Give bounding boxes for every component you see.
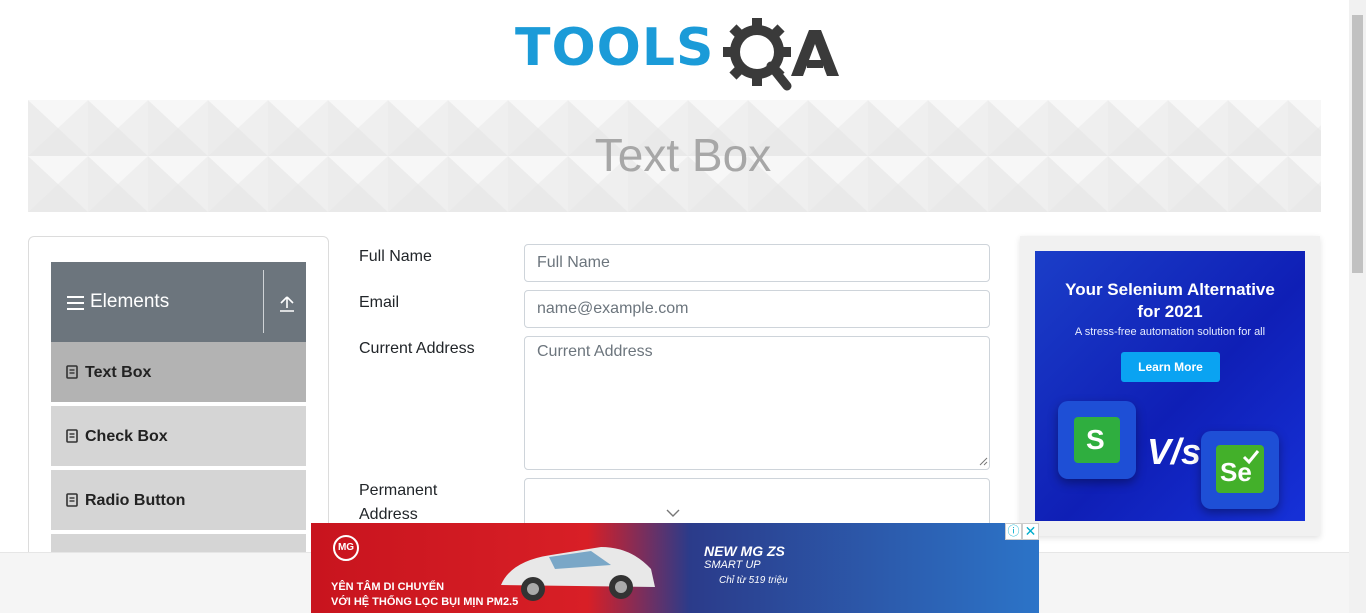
resize-grip-icon[interactable] — [978, 456, 988, 466]
sidebar-item-label: Radio Button — [85, 492, 186, 509]
toolsqa-logo[interactable]: TOOLS — [515, 16, 840, 92]
current-address-textarea[interactable] — [524, 336, 990, 470]
divider — [263, 270, 264, 333]
group-title: Elements — [90, 291, 170, 312]
car-image — [501, 547, 655, 601]
left-panel: Elements Text Box Check Box Radio Button — [28, 236, 329, 566]
permanent-address-label-line2: Address — [359, 506, 418, 523]
hamburger-icon — [67, 296, 84, 310]
ad-price: Chỉ từ 519 triệu — [719, 575, 788, 586]
full-name-input[interactable] — [524, 244, 990, 282]
mg-brand-logo: MG — [333, 535, 359, 561]
logo-text: TOOLS — [515, 18, 715, 78]
sidebar-item-text-box[interactable]: Text Box — [51, 342, 306, 404]
document-icon — [66, 365, 78, 379]
bottom-banner-ad[interactable]: MG YÊN TÂM DI CHUYỂN VỚI HỆ THỐNG LỌC BỤ… — [311, 523, 1039, 613]
ad-left-logo: S — [1074, 417, 1120, 463]
ad-left-logo-letter: S — [1086, 424, 1105, 455]
ad-tagline-line1: YÊN TÂM DI CHUYỂN — [331, 581, 445, 593]
document-icon — [66, 429, 78, 443]
right-ad[interactable]: Your Selenium Alternative for 2021 A str… — [1035, 251, 1305, 521]
ad-headline-line1: Your Selenium Alternative — [1065, 280, 1275, 299]
learn-more-button[interactable]: Learn More — [1121, 352, 1220, 382]
document-icon — [66, 493, 78, 507]
permanent-address-label: Permanent Address — [359, 479, 437, 527]
chevron-down-icon — [666, 509, 680, 517]
ad-model-line1: NEW MG ZS — [704, 543, 785, 559]
logo-gear-qa-icon — [723, 18, 839, 91]
sidebar-item-label: Text Box — [85, 364, 152, 381]
ad-subtext: A stress-free automation solution for al… — [1074, 326, 1266, 338]
close-icon[interactable]: ✕ — [1022, 523, 1039, 540]
sidebar-item-radio-button[interactable]: Radio Button — [51, 470, 306, 532]
elements-group-header[interactable]: Elements — [51, 262, 306, 342]
sidebar-item-label: Check Box — [85, 428, 168, 445]
current-address-label: Current Address — [359, 340, 475, 357]
full-name-label: Full Name — [359, 248, 432, 265]
ad-headline-line2: for 2021 — [1137, 302, 1203, 321]
email-label: Email — [359, 294, 400, 311]
ad-model-line2: SMART UP — [704, 559, 761, 571]
sidebar-item-check-box[interactable]: Check Box — [51, 406, 306, 468]
scrollbar-thumb[interactable] — [1352, 15, 1363, 273]
ad-versus-text: V/s — [1147, 431, 1202, 472]
ad-headline: Your Selenium Alternative for 2021 — [1035, 279, 1305, 323]
checkmark-icon — [1242, 450, 1260, 465]
info-icon[interactable]: ⓘ — [1005, 523, 1022, 540]
page: TOOLS Text Box Elements Text Box Check B… — [0, 0, 1366, 613]
upload-arrow-icon[interactable] — [279, 296, 295, 312]
permanent-address-label-line1: Permanent — [359, 482, 438, 499]
email-input[interactable] — [524, 290, 990, 328]
ad-right-logo: Se — [1216, 445, 1264, 493]
page-title: Text Box — [594, 129, 772, 181]
